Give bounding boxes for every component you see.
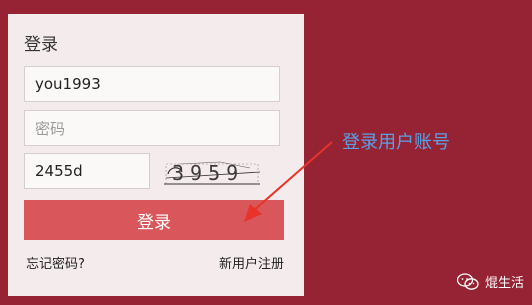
forgot-password-link[interactable]: 忘记密码? — [26, 253, 85, 272]
captcha-image[interactable]: 3959 — [160, 158, 264, 188]
captcha-text: 3959 — [172, 161, 244, 185]
captcha-input[interactable]: 2455d — [24, 153, 150, 189]
login-panel: 登录 you1993 密码 2455d 3959 登录 忘记密码? 新用户注册 — [8, 14, 304, 296]
annotation-label: 登录用户账号 — [342, 132, 450, 153]
watermark: 焜生活 — [456, 272, 524, 291]
panel-title: 登录 — [24, 35, 58, 55]
password-input[interactable]: 密码 — [24, 110, 280, 146]
register-link[interactable]: 新用户注册 — [219, 253, 284, 272]
wechat-icon — [456, 272, 479, 290]
login-button[interactable]: 登录 — [24, 200, 284, 240]
username-input[interactable]: you1993 — [24, 66, 280, 102]
watermark-text: 焜生活 — [484, 276, 524, 291]
